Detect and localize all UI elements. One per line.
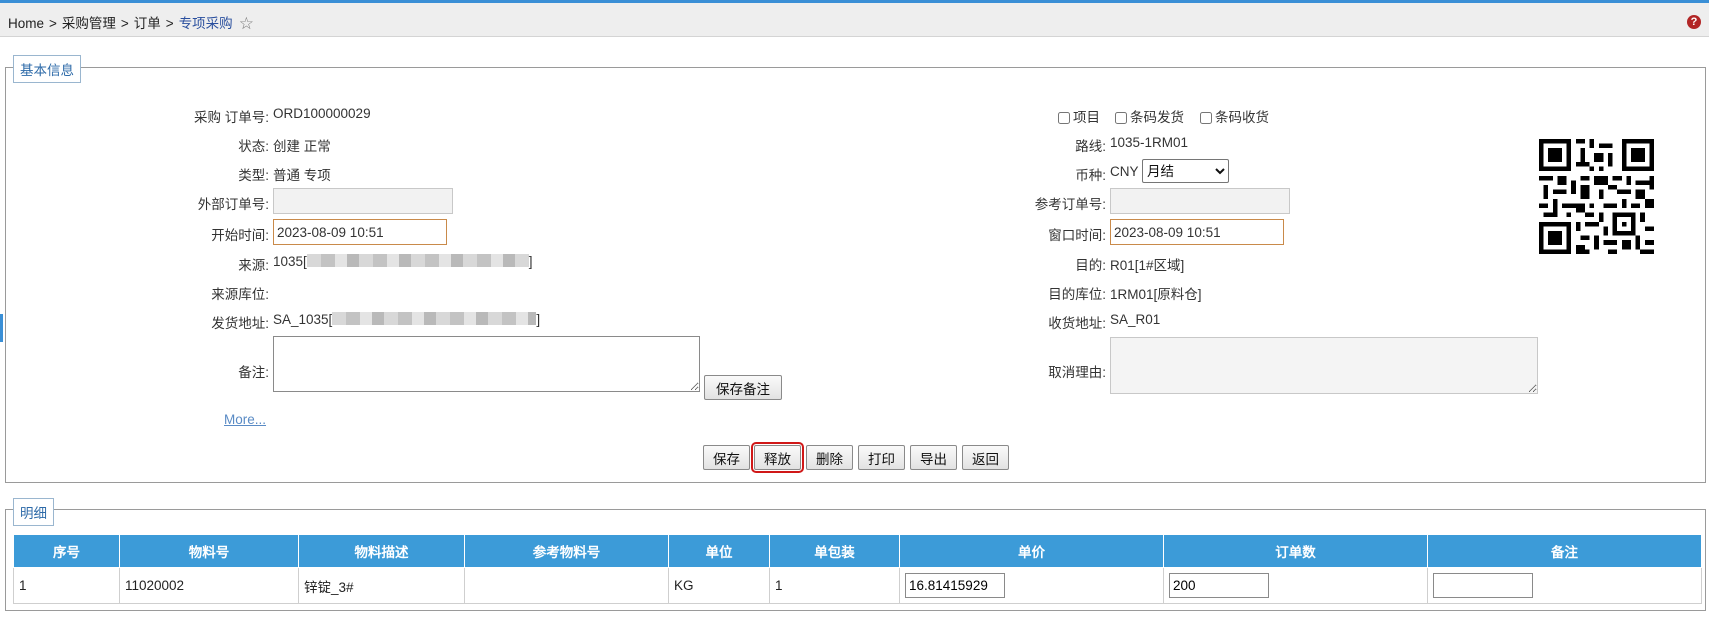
back-button[interactable]: 返回 <box>962 445 1009 470</box>
column-header: 参考物料号 <box>464 534 669 568</box>
price-input[interactable] <box>905 573 1005 598</box>
project-checkbox-box[interactable] <box>1058 112 1070 124</box>
cell-seq: 1 <box>13 567 120 604</box>
receive-address-label: 收货地址: <box>1048 316 1106 331</box>
column-header: 单位 <box>668 534 770 568</box>
status-label: 状态: <box>238 139 269 154</box>
delete-button[interactable]: 删除 <box>806 445 853 470</box>
source-location-label: 来源库位: <box>211 287 269 302</box>
cancel-reason-textarea[interactable] <box>1110 337 1538 394</box>
cell-material-no: 11020002 <box>119 567 299 604</box>
ref-order-input[interactable] <box>1110 188 1290 214</box>
ext-order-label: 外部订单号: <box>197 197 269 212</box>
release-button[interactable]: 释放 <box>751 442 804 473</box>
ship-address-suffix: ] <box>536 312 541 327</box>
cell-unit: KG <box>668 567 770 604</box>
detail-table: 序号 物料号 物料描述 参考物料号 单位 单包装 单价 订单数 备注 1 110… <box>13 534 1702 604</box>
breadcrumb: Home > 采购管理 > 订单 > 专项采购 ☆ <box>8 12 254 34</box>
qr-code-image <box>1539 139 1654 254</box>
ship-address-label: 发货地址: <box>211 316 269 331</box>
remark-textarea[interactable] <box>273 336 700 392</box>
cell-price <box>899 567 1164 604</box>
column-header: 备注 <box>1427 534 1702 568</box>
start-time-label: 开始时间: <box>211 228 269 243</box>
window-time-label: 窗口时间: <box>1048 228 1106 243</box>
barcode-ship-checkbox[interactable]: 条码发货 <box>1115 106 1184 126</box>
currency-value: CNY <box>1110 164 1139 179</box>
row-remark-input[interactable] <box>1433 573 1533 598</box>
order-no-value: ORD100000029 <box>273 106 371 121</box>
save-remark-button[interactable]: 保存备注 <box>704 375 782 400</box>
breadcrumb-separator: > <box>120 16 129 31</box>
source-value-suffix: ] <box>528 254 533 269</box>
breadcrumb-order[interactable]: 订单 <box>134 16 161 31</box>
source-label: 来源: <box>238 258 269 273</box>
breadcrumb-purchase-mgmt[interactable]: 采购管理 <box>62 16 116 31</box>
ref-order-label: 参考订单号: <box>1034 197 1106 212</box>
ext-order-input[interactable] <box>273 188 453 214</box>
ship-address-prefix: SA_1035[ <box>273 312 333 327</box>
type-value: 普通 专项 <box>273 168 331 183</box>
route-label: 路线: <box>1075 139 1106 154</box>
column-header: 单价 <box>899 534 1164 568</box>
cell-qty <box>1163 567 1428 604</box>
export-button[interactable]: 导出 <box>910 445 957 470</box>
help-icon[interactable]: ? <box>1687 15 1701 29</box>
barcode-receive-checkbox[interactable]: 条码收货 <box>1200 106 1269 126</box>
dest-label: 目的: <box>1075 258 1106 273</box>
more-link[interactable]: More... <box>224 412 266 427</box>
breadcrumb-separator: > <box>165 16 174 31</box>
cell-remark <box>1427 567 1702 604</box>
breadcrumb-separator: > <box>49 16 57 31</box>
start-time-input[interactable] <box>273 219 447 245</box>
barcode-ship-checkbox-box[interactable] <box>1115 112 1127 124</box>
left-edge-marker <box>0 314 3 342</box>
print-button[interactable]: 打印 <box>858 445 905 470</box>
cell-material-desc: 锌锭_3# <box>298 567 465 604</box>
currency-label: 币种: <box>1075 168 1106 183</box>
redacted-source-name <box>306 254 529 267</box>
table-row: 1 11020002 锌锭_3# KG 1 <box>13 567 1702 604</box>
status-value: 创建 正常 <box>273 139 331 154</box>
star-icon[interactable]: ☆ <box>239 14 254 34</box>
column-header: 物料号 <box>119 534 299 568</box>
detail-legend: 明细 <box>13 498 54 526</box>
ship-address-value: SA_1035[] <box>273 312 540 327</box>
project-checkbox-label: 项目 <box>1073 110 1100 125</box>
cell-ref-material <box>464 567 669 604</box>
breadcrumb-home[interactable]: Home <box>8 16 44 31</box>
quantity-input[interactable] <box>1169 573 1269 598</box>
barcode-ship-checkbox-label: 条码发货 <box>1130 110 1184 125</box>
dest-location-value: 1RM01[原料仓] <box>1110 287 1202 302</box>
detail-header-row: 序号 物料号 物料描述 参考物料号 单位 单包装 单价 订单数 备注 <box>13 534 1702 568</box>
cancel-reason-label: 取消理由: <box>1048 365 1106 380</box>
source-value: 1035[] <box>273 254 533 269</box>
dest-value: R01[1#区域] <box>1110 258 1185 273</box>
column-header: 单包装 <box>769 534 900 568</box>
breadcrumb-current: 专项采购 <box>178 16 233 31</box>
route-value: 1035-1RM01 <box>1110 135 1189 150</box>
barcode-receive-checkbox-label: 条码收货 <box>1215 110 1269 125</box>
order-no-label: 采购 订单号: <box>193 110 269 125</box>
basic-info-legend: 基本信息 <box>13 55 81 83</box>
cell-pack: 1 <box>769 567 900 604</box>
save-button[interactable]: 保存 <box>703 445 750 470</box>
window-time-input[interactable] <box>1110 219 1284 245</box>
column-header: 序号 <box>13 534 120 568</box>
settlement-select[interactable]: 月结 <box>1142 159 1229 183</box>
dest-location-label: 目的库位: <box>1048 287 1106 302</box>
barcode-receive-checkbox-box[interactable] <box>1200 112 1212 124</box>
remark-label: 备注: <box>238 365 269 380</box>
receive-address-value: SA_R01 <box>1110 312 1161 327</box>
column-header: 订单数 <box>1163 534 1428 568</box>
project-checkbox[interactable]: 项目 <box>1058 106 1100 126</box>
column-header: 物料描述 <box>298 534 465 568</box>
type-label: 类型: <box>238 168 269 183</box>
source-value-prefix: 1035[ <box>273 254 307 269</box>
redacted-ship-address <box>332 312 537 325</box>
breadcrumb-bar: Home > 采购管理 > 订单 > 专项采购 ☆ ? <box>0 3 1709 37</box>
